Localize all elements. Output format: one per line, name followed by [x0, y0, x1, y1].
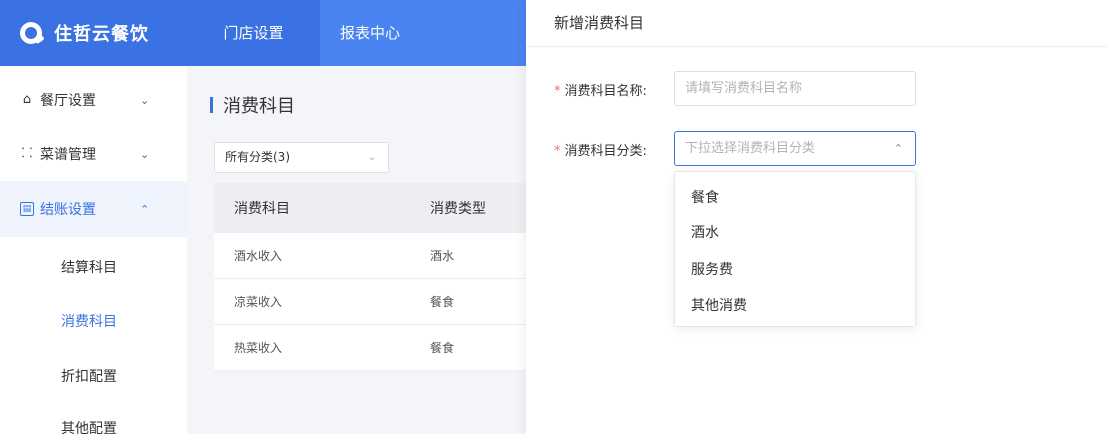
- dropdown-option-food[interactable]: 餐食: [691, 187, 719, 207]
- drawer-title: 新增消费科目: [554, 14, 645, 32]
- required-marker: *: [554, 144, 561, 159]
- category-filter-select[interactable]: 所有分类(3) ⌄: [214, 142, 389, 173]
- sidebar-subitem-consumption-accounts[interactable]: 消费科目: [61, 311, 117, 331]
- account-name-placeholder: 请填写消费科目名称: [685, 81, 803, 96]
- consumption-accounts-table: 消费科目 消费类型 酒水收入 酒水 凉菜收入 餐食 热菜收入 餐食: [214, 183, 526, 371]
- table-row[interactable]: 热菜收入 餐食: [214, 325, 526, 371]
- sidebar-subitem-settlement-accounts[interactable]: 结算科目: [61, 257, 117, 277]
- sidebar-item-restaurant-settings[interactable]: ⌂ 餐厅设置 ⌄: [0, 72, 187, 128]
- chevron-down-icon: ⌄: [140, 93, 150, 107]
- sidebar-item-menu-management[interactable]: ⸬ 菜谱管理 ⌄: [0, 126, 187, 182]
- table-cell: 餐食: [430, 341, 455, 355]
- sidebar-item-label: 结账设置: [40, 202, 96, 218]
- category-field-label: * 消费科目分类:: [554, 140, 647, 159]
- sidebar-item-label: 菜谱管理: [40, 147, 96, 163]
- table-cell: 酒水: [430, 249, 455, 263]
- sidebar-subitem-other-config[interactable]: 其他配置: [61, 418, 117, 434]
- account-category-select[interactable]: 下拉选择消费科目分类 ⌃: [674, 131, 916, 166]
- category-filter-value: 所有分类(3): [225, 150, 290, 164]
- category-field-label-text: 消费科目分类:: [564, 144, 647, 159]
- table-row[interactable]: 酒水收入 酒水: [214, 233, 526, 279]
- account-name-input[interactable]: 请填写消费科目名称: [674, 71, 916, 106]
- dropdown-option-service-fee[interactable]: 服务费: [691, 259, 733, 279]
- sidebar-subitem-discount-config[interactable]: 折扣配置: [61, 366, 117, 386]
- title-accent-bar: [210, 97, 213, 113]
- name-field-label-text: 消费科目名称:: [564, 84, 647, 99]
- column-header-type: 消费类型: [430, 201, 486, 217]
- sidebar: ⌂ 餐厅设置 ⌄ ⸬ 菜谱管理 ⌄ ▤ 结账设置 ⌃ 结算科目 消费科目 折扣配…: [0, 66, 187, 434]
- chevron-down-icon: ⌄: [367, 152, 376, 163]
- name-field-label: * 消费科目名称:: [554, 80, 647, 99]
- dropdown-option-other[interactable]: 其他消费: [691, 295, 747, 315]
- table-row[interactable]: 凉菜收入 餐食: [214, 279, 526, 325]
- brand-name: 住哲云餐饮: [54, 24, 149, 45]
- divider: [526, 46, 1108, 47]
- chevron-up-icon: ⌃: [893, 142, 903, 155]
- required-marker: *: [554, 84, 561, 99]
- page-title: 消费科目: [210, 92, 295, 118]
- chevron-up-icon: ⌃: [140, 202, 150, 216]
- dropdown-option-drinks[interactable]: 酒水: [691, 222, 719, 242]
- add-consumption-account-drawer: 新增消费科目 * 消费科目名称: 请填写消费科目名称 * 消费科目分类: 下拉选择消…: [526, 0, 1108, 434]
- table-cell: 凉菜收入: [234, 295, 283, 309]
- top-navbar: 住哲云餐饮 门店设置 报表中心: [0, 0, 526, 66]
- table-cell: 酒水收入: [234, 249, 283, 263]
- sidebar-item-label: 餐厅设置: [40, 93, 96, 109]
- home-icon: ⌂: [22, 92, 32, 107]
- brand-logo-icon: [20, 22, 42, 44]
- column-header-account: 消费科目: [234, 201, 290, 217]
- tab-report-center[interactable]: 报表中心: [320, 0, 420, 66]
- page-title-text: 消费科目: [223, 96, 295, 117]
- table-cell: 热菜收入: [234, 341, 283, 355]
- grid-icon: ⸬: [21, 146, 33, 161]
- tab-store-settings[interactable]: 门店设置: [187, 0, 320, 66]
- chevron-down-icon: ⌄: [140, 147, 150, 161]
- category-dropdown-menu: 餐食 酒水 服务费 其他消费: [674, 171, 916, 327]
- sidebar-item-checkout-settings[interactable]: ▤ 结账设置 ⌃: [0, 181, 187, 237]
- receipt-icon: ▤: [20, 202, 34, 216]
- main-content: 消费科目 所有分类(3) ⌄ 消费科目 消费类型 酒水收入 酒水 凉菜收入 餐食…: [187, 66, 526, 434]
- account-category-placeholder: 下拉选择消费科目分类: [685, 141, 816, 156]
- table-cell: 餐食: [430, 295, 455, 309]
- brand-logo[interactable]: 住哲云餐饮: [0, 0, 187, 66]
- table-header: 消费科目 消费类型: [214, 183, 526, 233]
